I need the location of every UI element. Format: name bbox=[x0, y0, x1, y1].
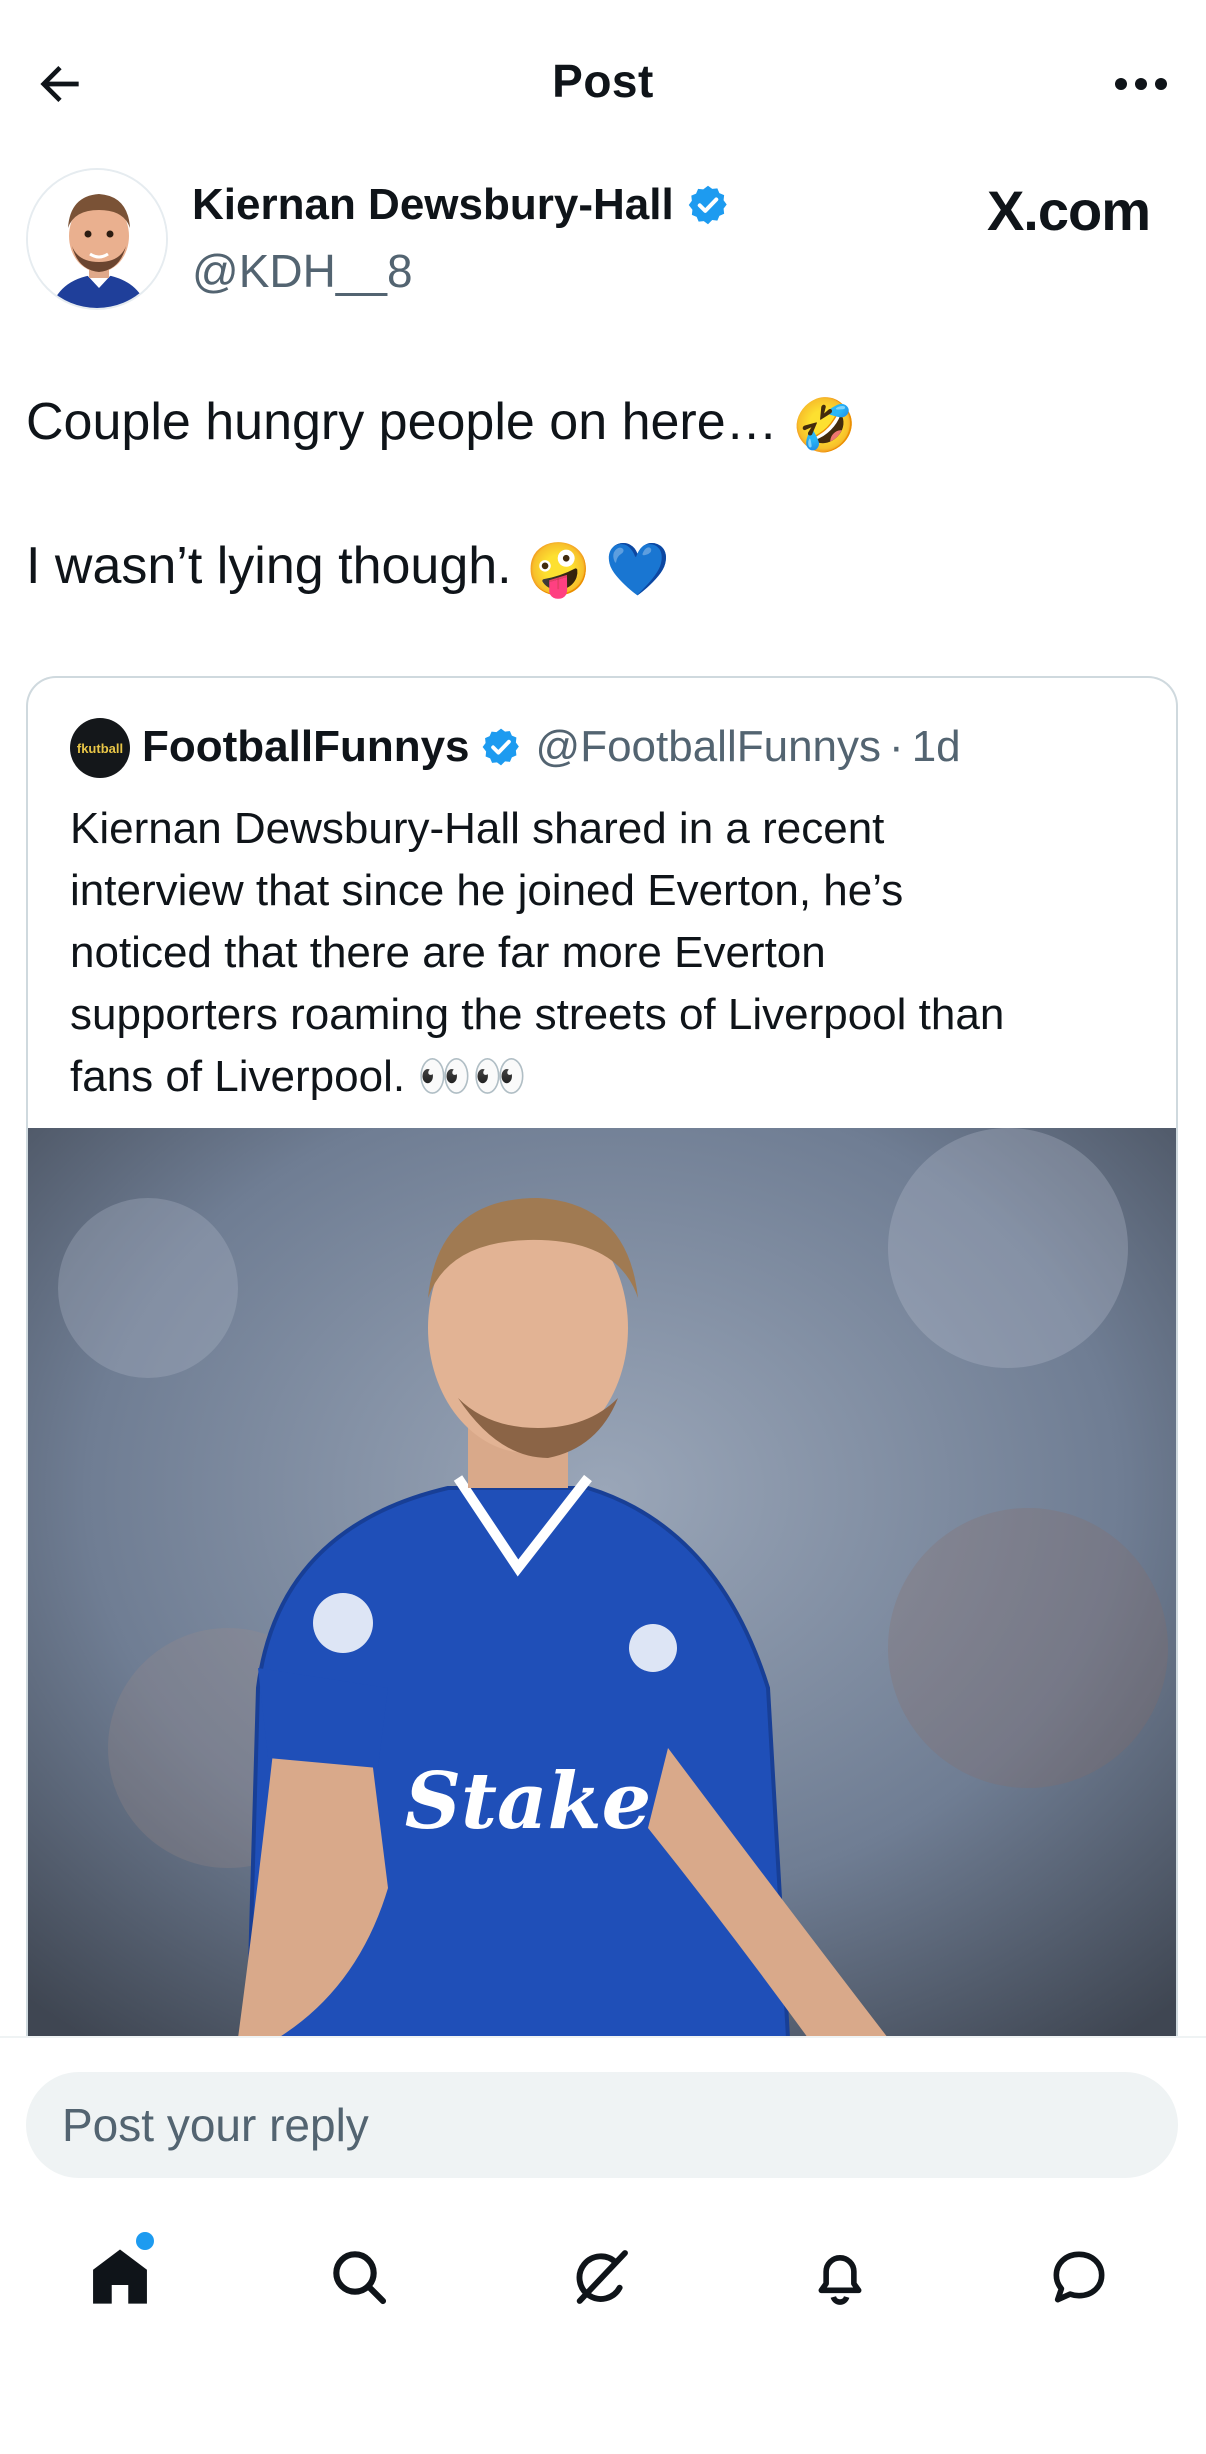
home-icon bbox=[93, 2249, 147, 2304]
blue-heart-emoji: 💙 bbox=[605, 540, 671, 599]
quoted-post-card[interactable]: fkutball FootballFunnys @FootballFunnys … bbox=[26, 676, 1178, 2036]
quoted-text-line: Kiernan Dewsbury-Hall shared in a recent bbox=[70, 804, 885, 853]
author-handle[interactable]: @KDH__8 bbox=[192, 244, 413, 298]
nav-notifications[interactable] bbox=[795, 2232, 885, 2322]
verified-badge-icon bbox=[482, 728, 519, 766]
quoted-author-handle[interactable]: @FootballFunnys bbox=[536, 722, 882, 772]
post-line-1-text: Couple hungry people on here… bbox=[26, 393, 778, 451]
bottom-nav bbox=[0, 2220, 1206, 2340]
quoted-post-time[interactable]: 1d bbox=[912, 722, 961, 772]
more-horizontal-icon bbox=[1115, 78, 1167, 90]
top-bar: Post bbox=[0, 0, 1206, 165]
shirt-sponsor-text: Stake bbox=[405, 1756, 652, 1847]
search-icon bbox=[333, 2251, 387, 2305]
quoted-text-line: fans of Liverpool. 👀👀 bbox=[70, 1052, 527, 1101]
quoted-avatar-text: fkutball bbox=[76, 740, 124, 756]
notifications-icon bbox=[818, 2255, 862, 2305]
divider bbox=[0, 2036, 1206, 2038]
dot-separator: · bbox=[889, 722, 904, 771]
quoted-post-header: FootballFunnys @FootballFunnys · 1d bbox=[142, 722, 961, 772]
nav-grok[interactable] bbox=[556, 2232, 646, 2322]
post-line-2-text: I wasn’t lying though. bbox=[26, 537, 512, 595]
post-text-line-1: Couple hungry people on here… 🤣 bbox=[26, 392, 857, 456]
messages-icon bbox=[1053, 2251, 1105, 2303]
avatar-cartoon-icon bbox=[28, 170, 166, 308]
more-button[interactable] bbox=[1096, 52, 1186, 116]
quoted-post-image[interactable]: Stake bbox=[28, 1128, 1176, 2036]
x-watermark: X.com bbox=[986, 179, 1151, 242]
grok-icon bbox=[576, 2250, 628, 2304]
verified-badge-icon bbox=[688, 185, 727, 225]
quoted-text-line: supporters roaming the streets of Liverp… bbox=[70, 990, 1005, 1039]
author-avatar[interactable] bbox=[26, 168, 168, 310]
quoted-post-text: Kiernan Dewsbury-Hall shared in a recent… bbox=[70, 798, 1150, 1108]
home-notification-dot bbox=[136, 2232, 154, 2250]
rofl-emoji: 🤣 bbox=[792, 396, 857, 455]
quoted-author-avatar[interactable]: fkutball bbox=[70, 718, 130, 778]
author-name[interactable]: Kiernan Dewsbury-Hall bbox=[192, 180, 674, 230]
quoted-author-name[interactable]: FootballFunnys bbox=[142, 722, 470, 772]
photo-player-icon: Stake bbox=[28, 1128, 1176, 2036]
reply-input[interactable] bbox=[62, 2072, 1142, 2178]
post-text-line-2: I wasn’t lying though. 🤪 💙 bbox=[26, 536, 670, 600]
page-title: Post bbox=[552, 55, 654, 107]
zany-face-emoji: 🤪 bbox=[526, 540, 591, 599]
reply-composer[interactable] bbox=[26, 2072, 1178, 2178]
quoted-text-line: interview that since he joined Everton, … bbox=[70, 866, 904, 915]
quoted-text-line: noticed that there are far more Everton bbox=[70, 928, 826, 977]
author-name-row[interactable]: Kiernan Dewsbury-Hall bbox=[192, 180, 730, 230]
nav-search[interactable] bbox=[314, 2232, 404, 2322]
nav-messages[interactable] bbox=[1034, 2232, 1124, 2322]
